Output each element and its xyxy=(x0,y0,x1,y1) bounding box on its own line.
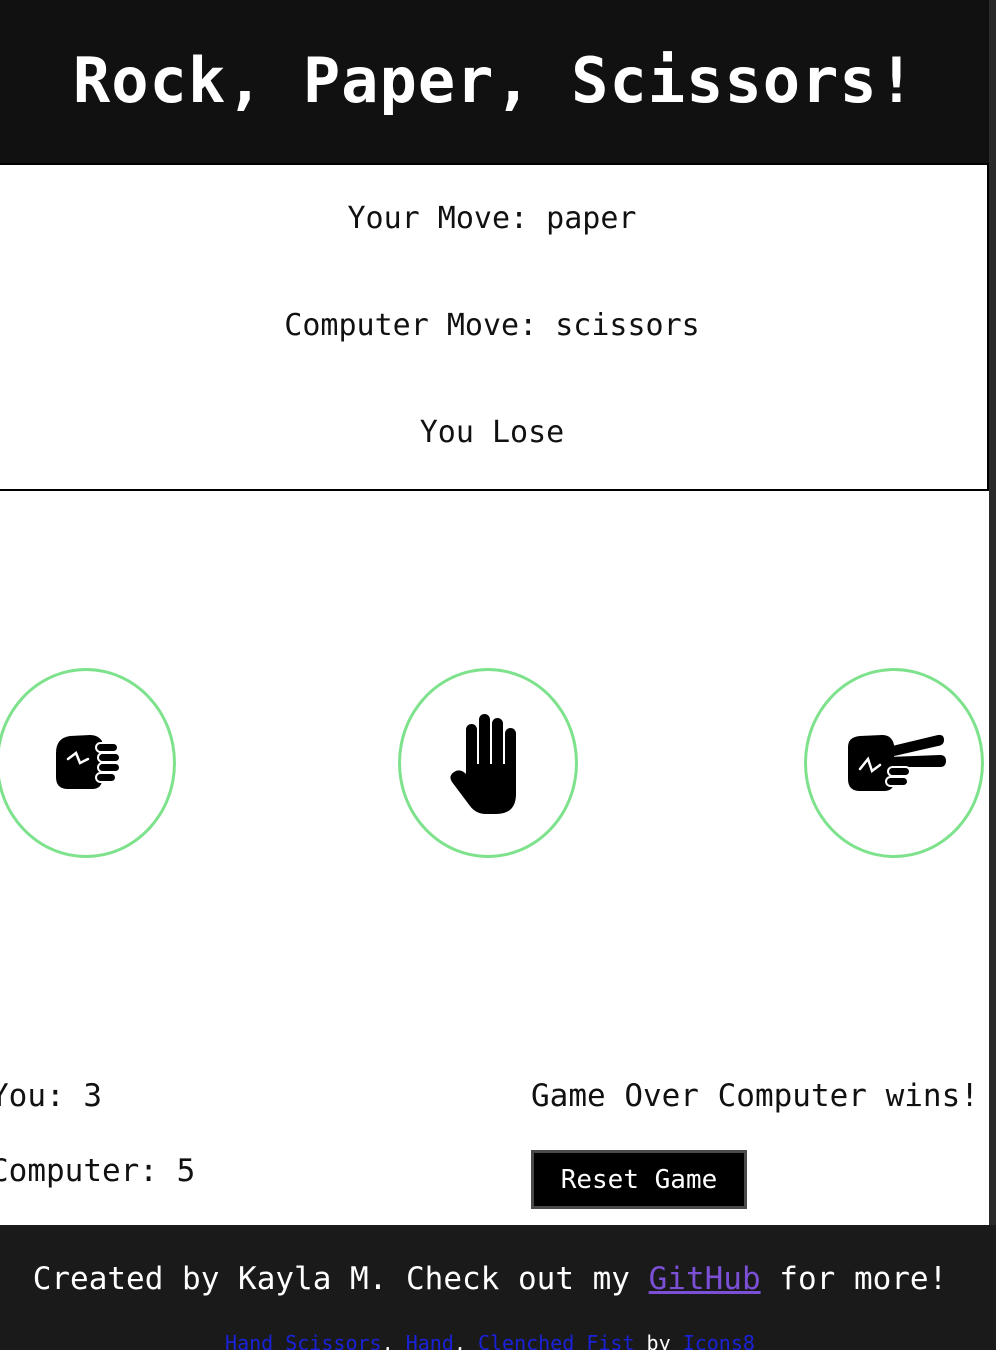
credit-author-link[interactable]: Icons8 xyxy=(683,1331,755,1350)
results-panel: Your Move: paper Computer Move: scissors… xyxy=(0,163,989,491)
credit-link-hand-scissors[interactable]: Hand Scissors xyxy=(225,1331,382,1350)
page-footer: Created by Kayla M. Check out my GitHub … xyxy=(0,1225,996,1350)
computer-move-text: Computer Move: scissors xyxy=(284,308,700,343)
page-title: Rock, Paper, Scissors! xyxy=(72,44,917,117)
paper-button[interactable] xyxy=(398,668,578,858)
outcome-text: You Lose xyxy=(419,415,565,450)
footer-suffix: for more! xyxy=(760,1261,948,1297)
computer-score: Computer: 5 xyxy=(0,1153,196,1189)
page-header: Rock, Paper, Scissors! xyxy=(0,0,989,163)
credit-by: by xyxy=(646,1331,671,1350)
credit-link-clenched-fist[interactable]: Clenched Fist xyxy=(478,1331,635,1350)
footer-prefix: Created by Kayla M. Check out my xyxy=(32,1261,649,1297)
credit-link-hand[interactable]: Hand xyxy=(406,1331,454,1350)
footer-credit: Created by Kayla M. Check out my GitHub … xyxy=(0,1261,980,1297)
hand-scissors-icon xyxy=(848,734,946,791)
reset-game-button[interactable]: Reset Game xyxy=(531,1150,747,1209)
scissors-button[interactable] xyxy=(804,668,984,858)
rock-button[interactable] xyxy=(0,668,176,858)
github-link[interactable]: GitHub xyxy=(649,1261,761,1297)
player-score: You: 3 xyxy=(0,1078,102,1114)
game-status: Game Over Computer wins! xyxy=(531,1078,979,1114)
raised-hand-icon xyxy=(450,714,516,814)
icon-credits: Hand Scissors, Hand, Clenched Fist by Ic… xyxy=(0,1331,980,1350)
clenched-fist-icon xyxy=(56,735,121,789)
window-edge xyxy=(989,0,996,1225)
your-move-text: Your Move: paper xyxy=(347,201,637,236)
